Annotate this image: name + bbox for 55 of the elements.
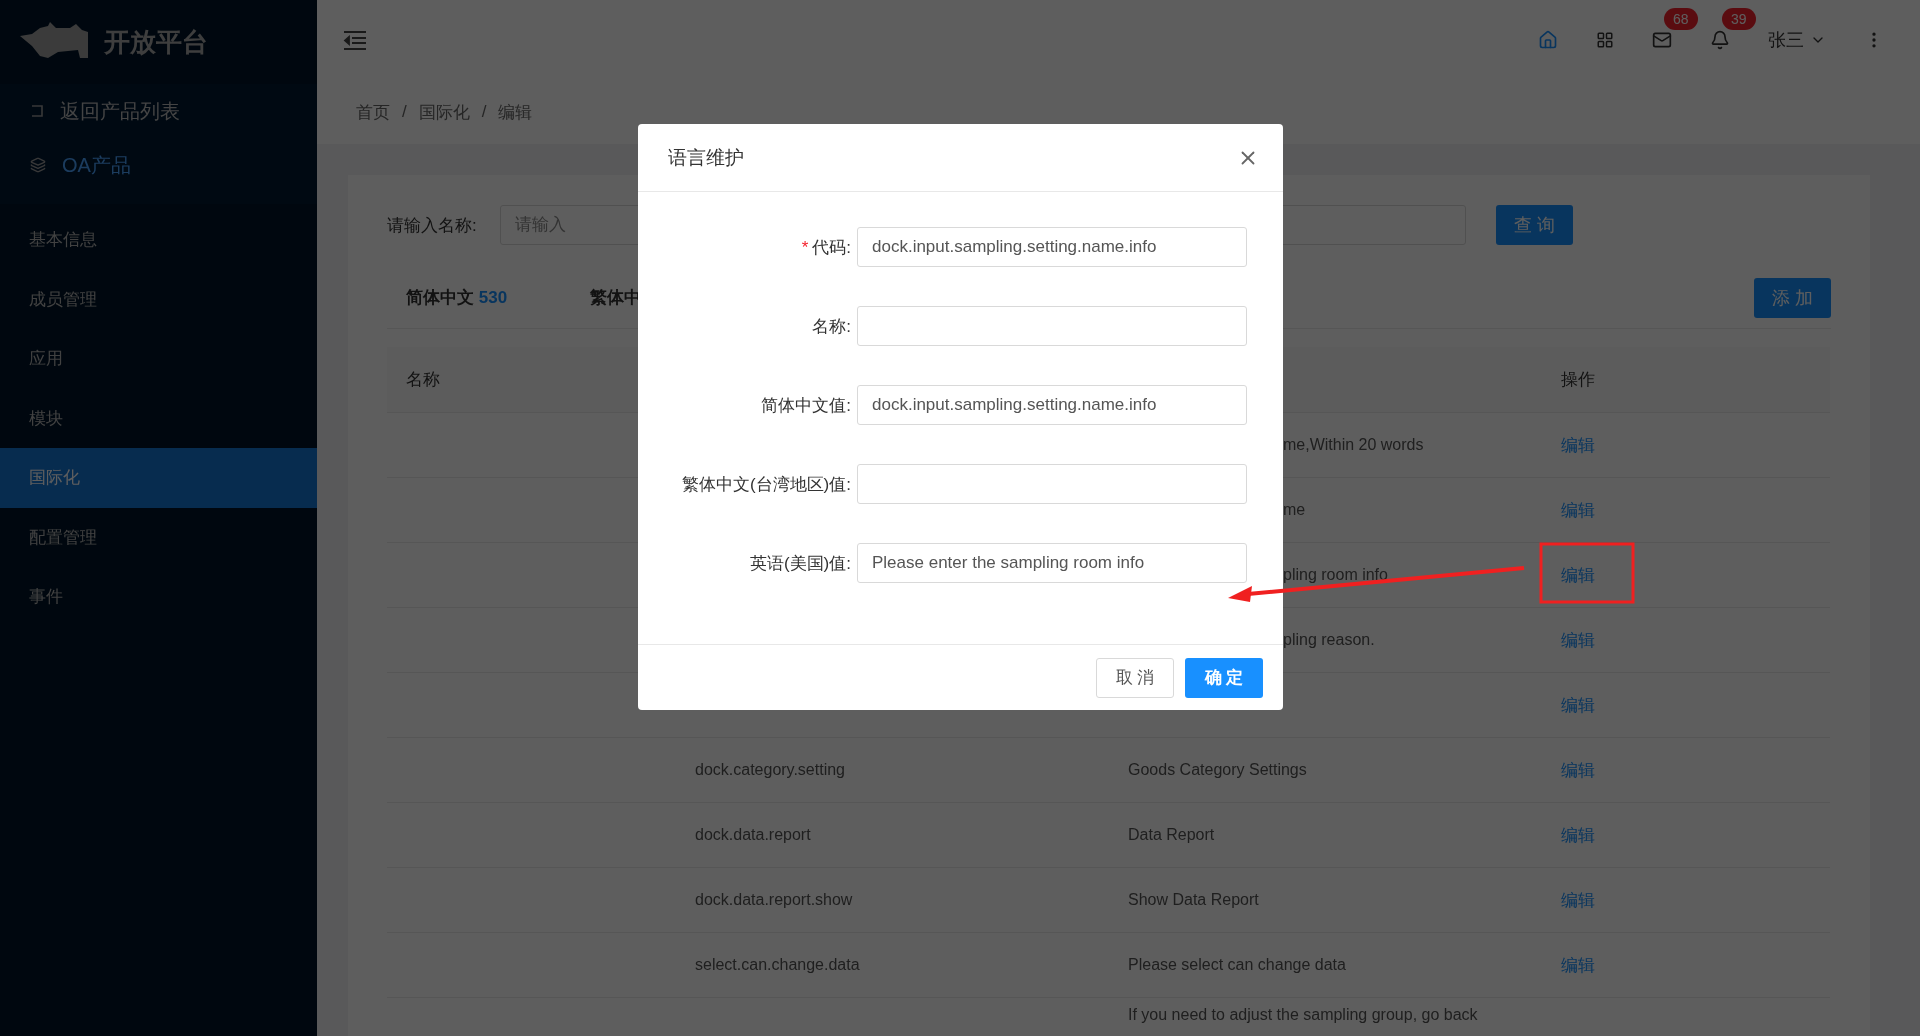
menu-item[interactable]: 配置管理: [0, 507, 317, 567]
table-cell: Show Data Report: [1128, 891, 1259, 909]
table-cell: If you need to adjust the sampling group, go back: [1128, 1006, 1478, 1024]
add-button[interactable]: 添 加: [1754, 277, 1831, 318]
field-label: 简体中文值:: [760, 394, 852, 417]
menu-item[interactable]: 事件: [0, 567, 317, 627]
filter-label: 请输入名称:: [387, 214, 478, 237]
breadcrumb-item[interactable]: 国际化: [418, 100, 470, 124]
search-button[interactable]: 查 询: [1496, 205, 1573, 245]
back-link[interactable]: 返回产品列表: [0, 84, 317, 138]
product-link[interactable]: OA产品: [0, 138, 317, 192]
edit-link[interactable]: 编辑: [1561, 563, 1595, 587]
input-field[interactable]: dock.input.sampling.setting.name.info: [857, 385, 1247, 425]
edit-link[interactable]: 编辑: [1561, 628, 1595, 652]
edit-link[interactable]: 编辑: [1561, 953, 1595, 977]
table-cell: select.can.change.data: [695, 956, 860, 974]
table-cell: dock.category.setting: [695, 761, 845, 779]
edit-link[interactable]: 编辑: [1561, 433, 1595, 457]
table-cell: dock.data.report.show: [695, 891, 853, 909]
confirm-button[interactable]: 确 定: [1185, 657, 1263, 698]
user-menu[interactable]: 张三: [1768, 28, 1826, 52]
field-label: 繁体中文(台湾地区)值:: [680, 473, 852, 496]
menu-item[interactable]: 成员管理: [0, 269, 317, 329]
breadcrumb-item[interactable]: 编辑: [498, 100, 533, 124]
count-badge: 39: [1722, 8, 1756, 30]
table-cell: me: [1283, 501, 1306, 519]
cancel-button[interactable]: 取 消: [1096, 657, 1174, 698]
count-badge: 68: [1664, 8, 1698, 30]
input-field[interactable]: Please enter the sampling room info: [857, 543, 1247, 583]
breadcrumb-separator: /: [481, 102, 487, 122]
table-cell: Please select can change data: [1128, 956, 1346, 974]
edit-link[interactable]: 编辑: [1561, 758, 1595, 782]
field-label: 名称:: [811, 315, 852, 338]
table-cell: Goods Category Settings: [1128, 761, 1307, 779]
edit-link[interactable]: 编辑: [1561, 498, 1595, 522]
menu-item[interactable]: 国际化: [0, 448, 317, 508]
table-cell: Data Report: [1128, 826, 1215, 844]
dialog-title: 语言维护: [668, 145, 744, 170]
edit-link[interactable]: 编辑: [1561, 888, 1595, 912]
input-field[interactable]: dock.input.sampling.setting.name.info: [857, 227, 1247, 267]
table-cell: dock.data.report: [695, 826, 811, 844]
menu-item[interactable]: 基本信息: [0, 210, 317, 270]
language-tab[interactable]: 简体中文 530: [406, 286, 590, 309]
breadcrumb-separator: /: [402, 102, 407, 122]
table-cell: pling reason.: [1283, 631, 1375, 649]
brand-name: 开放平台: [104, 25, 208, 59]
menu-item[interactable]: 模块: [0, 388, 317, 448]
edit-link[interactable]: 编辑: [1561, 823, 1595, 847]
table-cell: pling room info: [1283, 566, 1388, 584]
breadcrumb-item[interactable]: 首页: [356, 100, 390, 124]
field-label: * 代码:: [800, 236, 852, 259]
edit-link[interactable]: 编辑: [1561, 693, 1595, 717]
field-label: 英语(美国)值:: [748, 552, 852, 575]
table-cell: me,Within 20 words: [1283, 436, 1424, 454]
menu-item[interactable]: 应用: [0, 329, 317, 389]
